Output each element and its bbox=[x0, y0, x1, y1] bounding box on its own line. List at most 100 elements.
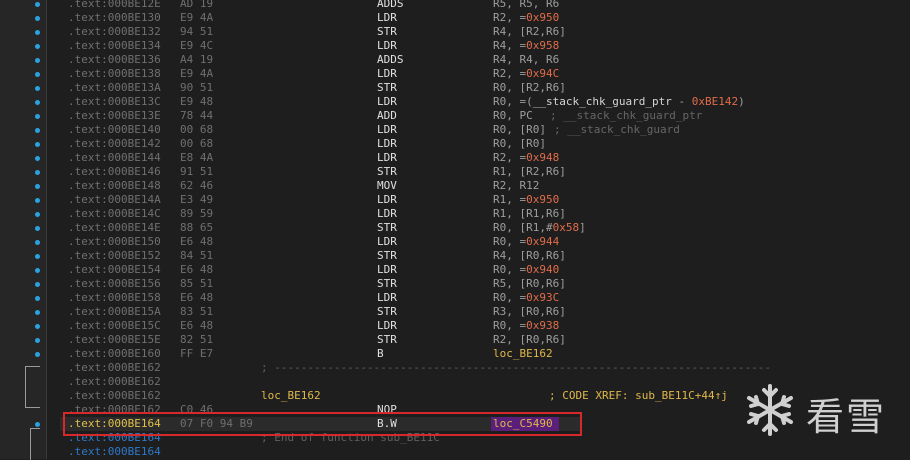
operand-hex: 0xBE142 bbox=[691, 95, 739, 108]
code-line[interactable]: .text:000BE14A E3 49 LDR R1, =0x950 bbox=[56, 193, 910, 207]
breakpoint-dot[interactable] bbox=[35, 128, 40, 133]
code-line[interactable]: .text:000BE158 E6 48 LDR R0, =0x93C bbox=[56, 291, 910, 305]
breakpoint-dot[interactable] bbox=[35, 198, 40, 203]
opcode-bytes: FF E7 bbox=[180, 347, 214, 360]
operands: R1, [R2,R6] bbox=[493, 165, 566, 178]
operands: R3, [R0,R6] bbox=[493, 305, 566, 318]
code-line[interactable]: .text:000BE152 84 51 STR R4, [R0,R6] bbox=[56, 249, 910, 263]
breakpoint-dot[interactable] bbox=[35, 170, 40, 175]
code-line[interactable]: .text:000BE15E 82 51 STR R2, [R0,R6] bbox=[56, 333, 910, 347]
breakpoint-dot[interactable] bbox=[35, 114, 40, 119]
code-line[interactable]: .text:000BE138 E9 4A LDR R2, =0x94C bbox=[56, 67, 910, 81]
breakpoint-dot[interactable] bbox=[35, 100, 40, 105]
code-line[interactable]: .text:000BE144 E8 4A LDR R2, =0x948 bbox=[56, 151, 910, 165]
mnemonic: LDR bbox=[377, 123, 397, 136]
snowflake-icon bbox=[747, 384, 793, 436]
flow-gutter bbox=[0, 0, 47, 460]
breakpoint-dot[interactable] bbox=[35, 338, 40, 343]
breakpoint-dot[interactable] bbox=[35, 2, 40, 7]
mnemonic: LDR bbox=[377, 11, 397, 24]
operands: R4, [R0,R6] bbox=[493, 249, 566, 262]
breakpoint-dot[interactable] bbox=[35, 324, 40, 329]
opcode-bytes: 85 51 bbox=[180, 277, 214, 290]
operands: R0, PC bbox=[493, 109, 533, 122]
mnemonic: LDR bbox=[377, 151, 397, 164]
line-address: .text:000BE162 bbox=[68, 389, 161, 402]
operand-text: R0, = bbox=[493, 319, 527, 332]
code-line[interactable]: .text:000BE148 62 46 MOV R2, R12 bbox=[56, 179, 910, 193]
breakpoint-dot[interactable] bbox=[35, 16, 40, 21]
breakpoint-dot[interactable] bbox=[35, 310, 40, 315]
code-line[interactable]: .text:000BE164 bbox=[56, 445, 910, 459]
code-line[interactable]: .text:000BE130 E9 4A LDR R2, =0x950 bbox=[56, 11, 910, 25]
code-line[interactable]: .text:000BE13C E9 48 LDR R0, =(__stack_chk_… bbox=[56, 95, 910, 109]
operands: R0, =0x938 bbox=[493, 319, 559, 333]
code-line[interactable]: .text:000BE13A 90 51 STR R0, [R2,R6] bbox=[56, 81, 910, 95]
code-line[interactable]: .text:000BE156 85 51 STR R5, [R0,R6] bbox=[56, 277, 910, 291]
mnemonic: STR bbox=[377, 333, 397, 346]
operands: R0, =0x944 bbox=[493, 235, 559, 249]
operands: R4, [R2,R6] bbox=[493, 25, 566, 38]
operands: R0, [R0] bbox=[493, 123, 546, 136]
line-address: .text:000BE130 bbox=[68, 11, 161, 24]
breakpoint-dot[interactable] bbox=[35, 296, 40, 301]
breakpoint-dot[interactable] bbox=[35, 268, 40, 273]
breakpoint-dot[interactable] bbox=[35, 58, 40, 63]
breakpoint-dot[interactable] bbox=[35, 72, 40, 77]
code-line[interactable]: .text:000BE162 ; ------------------------… bbox=[56, 361, 910, 375]
mnemonic: B bbox=[377, 347, 384, 360]
code-label[interactable]: loc_BE162 bbox=[261, 389, 321, 403]
code-line[interactable]: .text:000BE150 E6 48 LDR R0, =0x944 bbox=[56, 235, 910, 249]
operands: R0, =0x93C bbox=[493, 291, 559, 305]
code-line[interactable]: .text:000BE154 E6 48 LDR R0, =0x940 bbox=[56, 263, 910, 277]
breakpoint-dot[interactable] bbox=[35, 212, 40, 217]
mnemonic: STR bbox=[377, 305, 397, 318]
code-line[interactable]: .text:000BE140 00 68 LDR R0, [R0] ; __stack_… bbox=[56, 123, 910, 137]
breakpoint-dot[interactable] bbox=[35, 86, 40, 91]
line-address: .text:000BE13E bbox=[68, 109, 161, 122]
breakpoint-dot[interactable] bbox=[35, 184, 40, 189]
breakpoint-dot[interactable] bbox=[35, 254, 40, 259]
operand-text: R4, = bbox=[493, 39, 527, 52]
breakpoint-dot[interactable] bbox=[35, 352, 40, 357]
mnemonic: LDR bbox=[377, 291, 397, 304]
code-line[interactable]: .text:000BE13E 78 44 ADD R0, PC ; __stack_ch… bbox=[56, 109, 910, 123]
operand-hex: 0x58 bbox=[552, 221, 580, 234]
opcode-bytes: E9 48 bbox=[180, 95, 214, 108]
code-line[interactable]: .text:000BE14E 88 65 STR R0, [R1,#0x58] bbox=[56, 221, 910, 235]
line-address: .text:000BE160 bbox=[68, 347, 161, 360]
line-address: .text:000BE14C bbox=[68, 207, 161, 220]
code-line[interactable]: .text:000BE146 91 51 STR R1, [R2,R6] bbox=[56, 165, 910, 179]
breakpoint-dot[interactable] bbox=[35, 44, 40, 49]
code-line[interactable]: .text:000BE134 E9 4C LDR R4, =0x958 bbox=[56, 39, 910, 53]
line-address: .text:000BE134 bbox=[68, 39, 161, 52]
code-line[interactable]: .text:000BE15A 83 51 STR R3, [R0,R6] bbox=[56, 305, 910, 319]
mnemonic: LDR bbox=[377, 39, 397, 52]
code-line[interactable]: .text:000BE136 A4 19 ADDS R4, R4, R6 bbox=[56, 53, 910, 67]
code-line[interactable]: .text:000BE142 00 68 LDR R0, [R0] bbox=[56, 137, 910, 151]
breakpoint-dot[interactable] bbox=[35, 156, 40, 161]
breakpoint-dot[interactable] bbox=[35, 226, 40, 231]
breakpoint-dot[interactable] bbox=[35, 30, 40, 35]
breakpoint-dot[interactable] bbox=[35, 422, 40, 427]
operand-text: ] bbox=[579, 221, 586, 234]
code-line[interactable]: .text:000BE132 94 51 STR R4, [R2,R6] bbox=[56, 25, 910, 39]
code-line[interactable]: .text:000BE14C 89 59 LDR R1, [R1,R6] bbox=[56, 207, 910, 221]
breakpoint-dot[interactable] bbox=[35, 240, 40, 245]
branch-target-link[interactable]: loc_BE162 bbox=[493, 347, 553, 360]
line-address: .text:000BE138 bbox=[68, 67, 161, 80]
operands: loc_BE162 bbox=[493, 347, 553, 361]
code-line[interactable]: .text:000BE160 FF E7 Bloc_BE162 bbox=[56, 347, 910, 361]
operand-text: R0, = bbox=[493, 291, 527, 304]
opcode-bytes: E3 49 bbox=[180, 193, 214, 206]
breakpoint-dot[interactable] bbox=[35, 142, 40, 147]
code-line[interactable]: .text:000BE15C E6 48 LDR R0, =0x938 bbox=[56, 319, 910, 333]
breakpoint-dot[interactable] bbox=[35, 282, 40, 287]
operand-hex: 0x94C bbox=[526, 67, 560, 80]
mnemonic: LDR bbox=[377, 235, 397, 248]
operands: R1, [R1,R6] bbox=[493, 207, 566, 220]
branch-arrow-line bbox=[25, 366, 40, 408]
mnemonic: ADD bbox=[377, 109, 397, 122]
code-line[interactable]: .text:000BE12E AD 19 ADDS R5, R5, R6 bbox=[56, 0, 910, 11]
line-address: .text:000BE144 bbox=[68, 151, 161, 164]
